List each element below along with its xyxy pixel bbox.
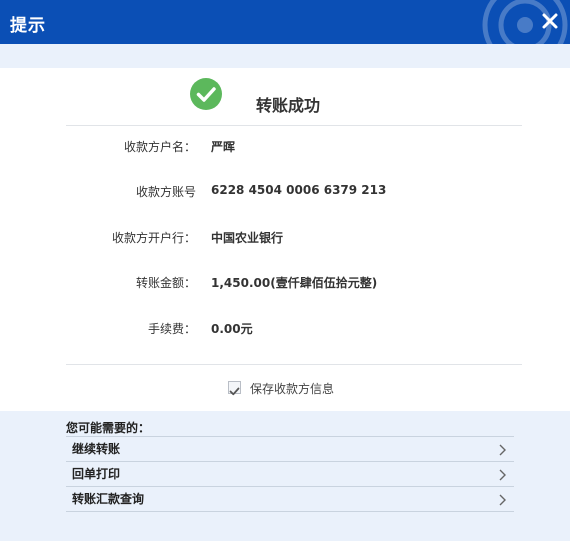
- payee-bank-label: 收款方开户行：: [111, 231, 196, 245]
- close-icon[interactable]: [540, 11, 560, 31]
- payee-name-label: 收款方户名：: [123, 140, 196, 154]
- fee-label: 手续费：: [147, 322, 196, 336]
- chevron-right-icon: [499, 444, 506, 456]
- payee-account-value: 6228 4504 0006 6379 213: [211, 183, 387, 197]
- result-panel: 转账成功 收款方户名： 严晖 收款方账号 6228 4504 0006 6379…: [0, 68, 570, 411]
- dialog-title: 提示: [10, 16, 46, 36]
- save-payee-label: 保存收款方信息: [250, 382, 335, 396]
- divider-top: [66, 125, 522, 126]
- checkmark-icon: [229, 387, 240, 396]
- suggestions-heading: 您可能需要的：: [66, 421, 151, 435]
- divider-bottom: [66, 364, 522, 365]
- transfer-query-label: 转账汇款查询: [72, 492, 145, 506]
- success-banner: 转账成功: [0, 78, 570, 128]
- amount-value: 1,450.00(壹仟肆佰伍拾元整): [211, 276, 378, 290]
- payee-account-label: 收款方账号: [135, 185, 196, 199]
- transfer-query-link[interactable]: 转账汇款查询: [66, 486, 514, 511]
- list-bottom-divider: [66, 511, 514, 512]
- fee-value: 0.00元: [211, 322, 253, 336]
- dialog-titlebar: 提示: [0, 0, 570, 44]
- payee-name-value: 严晖: [211, 140, 236, 154]
- continue-transfer-link[interactable]: 继续转账: [66, 436, 514, 461]
- save-payee-checkbox[interactable]: [228, 381, 241, 396]
- success-check-icon: [190, 78, 222, 110]
- suggestions-panel: 您可能需要的： 继续转账 回单打印 转账汇款查询: [0, 411, 570, 541]
- amount-label: 转账金额：: [135, 276, 196, 290]
- receipt-print-label: 回单打印: [72, 467, 121, 481]
- continue-transfer-label: 继续转账: [72, 442, 121, 456]
- chevron-right-icon: [499, 494, 506, 506]
- chevron-right-icon: [499, 469, 506, 481]
- top-band: [0, 44, 570, 68]
- success-message: 转账成功: [256, 96, 321, 115]
- payee-bank-value: 中国农业银行: [211, 231, 284, 245]
- receipt-print-link[interactable]: 回单打印: [66, 461, 514, 486]
